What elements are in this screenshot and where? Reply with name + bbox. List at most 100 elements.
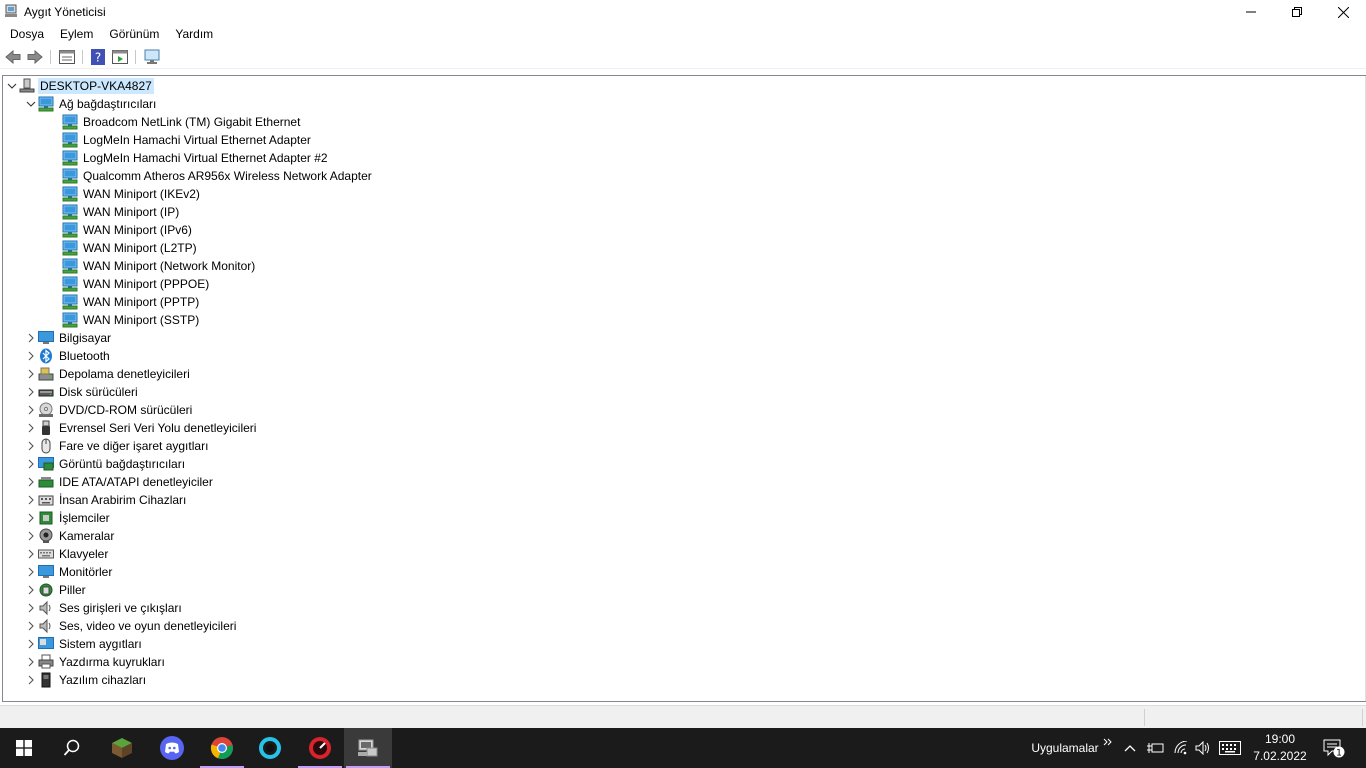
chevron-right-icon[interactable] — [24, 491, 38, 509]
back-arrow-icon — [5, 50, 21, 64]
chevron-right-icon[interactable] — [24, 671, 38, 689]
net-icon — [62, 150, 78, 166]
chevron-down-icon[interactable] — [24, 95, 38, 113]
tree-category[interactable]: Piller — [24, 581, 88, 599]
maximize-button[interactable] — [1274, 0, 1320, 24]
taskbar-app-speedometer[interactable] — [296, 728, 344, 768]
taskbar-app-discord[interactable] — [148, 728, 196, 768]
tree-category[interactable]: IDE ATA/ATAPI denetleyiciler — [24, 473, 215, 491]
taskbar-app-chrome[interactable] — [198, 728, 246, 768]
chevron-down-icon[interactable] — [5, 77, 19, 95]
tree-device-network-adapter[interactable]: WAN Miniport (IP) — [48, 203, 181, 221]
help-button[interactable]: ? — [88, 48, 108, 66]
network-tray-button[interactable] — [1170, 728, 1192, 768]
taskbar-app-ring[interactable] — [246, 728, 294, 768]
chevron-right-icon[interactable] — [24, 401, 38, 419]
chevron-right-icon[interactable] — [24, 419, 38, 437]
tree-device-network-adapter[interactable]: WAN Miniport (PPTP) — [48, 293, 201, 311]
menu-view[interactable]: Görünüm — [101, 24, 167, 44]
chevron-right-icon[interactable] — [24, 347, 38, 365]
chevron-right-icon[interactable] — [24, 383, 38, 401]
chevron-right-icon[interactable] — [24, 563, 38, 581]
minimize-icon — [1246, 11, 1256, 13]
notification-center-button[interactable]: 1 — [1316, 728, 1352, 768]
scan-hardware-button[interactable] — [142, 48, 162, 66]
input-language-button[interactable] — [1216, 728, 1244, 768]
chevron-right-icon[interactable] — [24, 509, 38, 527]
menu-file[interactable]: Dosya — [2, 24, 52, 44]
chevron-right-icon[interactable] — [24, 581, 38, 599]
tree-node-label: LogMeIn Hamachi Virtual Ethernet Adapter — [83, 133, 311, 147]
chevron-right-icon[interactable] — [24, 455, 38, 473]
tree-device-network-adapter[interactable]: Broadcom NetLink (TM) Gigabit Ethernet — [48, 113, 302, 131]
tree-category[interactable]: Sistem aygıtları — [24, 635, 144, 653]
menu-action[interactable]: Eylem — [52, 24, 101, 44]
tree-category[interactable]: DVD/CD-ROM sürücüleri — [24, 401, 194, 419]
taskbar-app-minecraft[interactable] — [98, 728, 146, 768]
close-button[interactable] — [1320, 0, 1366, 24]
tree-category-network-adapters[interactable]: Ağ bağdaştırıcıları — [24, 95, 158, 113]
clock[interactable]: 19:00 7.02.2022 — [1250, 731, 1310, 765]
forward-button[interactable] — [25, 48, 45, 66]
tree-device-network-adapter[interactable]: WAN Miniport (PPPOE) — [48, 275, 211, 293]
chevron-right-icon[interactable] — [24, 527, 38, 545]
tree-device-network-adapter[interactable]: WAN Miniport (Network Monitor) — [48, 257, 257, 275]
speaker-icon — [38, 600, 54, 616]
chevron-right-icon[interactable] — [24, 473, 38, 491]
tree-device-network-adapter[interactable]: LogMeIn Hamachi Virtual Ethernet Adapter — [48, 131, 313, 149]
chevron-right-icon[interactable] — [1102, 722, 1114, 762]
tree-node-label: WAN Miniport (SSTP) — [83, 313, 200, 327]
discord-icon — [160, 736, 184, 760]
chevron-right-icon[interactable] — [24, 365, 38, 383]
tree-category[interactable]: Depolama denetleyicileri — [24, 365, 192, 383]
chevron-right-icon[interactable] — [24, 437, 38, 455]
volume-tray-button[interactable] — [1192, 728, 1214, 768]
title-bar: Aygıt Yöneticisi — [0, 0, 1366, 24]
back-button[interactable] — [3, 48, 23, 66]
tree-device-network-adapter[interactable]: LogMeIn Hamachi Virtual Ethernet Adapter… — [48, 149, 330, 167]
taskbar: Uygulamalar 19:00 7.02.2022 1 — [0, 728, 1366, 768]
tree-device-network-adapter[interactable]: WAN Miniport (SSTP) — [48, 311, 201, 329]
chevron-right-icon[interactable] — [24, 545, 38, 563]
tree-category[interactable]: Ses, video ve oyun denetleyicileri — [24, 617, 238, 635]
tree-device-network-adapter[interactable]: WAN Miniport (IKEv2) — [48, 185, 202, 203]
show-hidden-icons-button[interactable] — [1120, 728, 1140, 768]
tree-category[interactable]: Bilgisayar — [24, 329, 113, 347]
tree-category[interactable]: İşlemciler — [24, 509, 112, 527]
search-button[interactable] — [48, 728, 96, 768]
power-tray-button[interactable] — [1144, 728, 1166, 768]
tree-category[interactable]: Yazılım cihazları — [24, 671, 148, 689]
tree-device-network-adapter[interactable]: WAN Miniport (L2TP) — [48, 239, 199, 257]
tree-category[interactable]: Ses girişleri ve çıkışları — [24, 599, 184, 617]
tree-category[interactable]: Yazdırma kuyrukları — [24, 653, 167, 671]
chevron-right-icon[interactable] — [24, 635, 38, 653]
taskbar-app-device-manager[interactable] — [344, 728, 392, 768]
tree-device-network-adapter[interactable]: Qualcomm Atheros AR956x Wireless Network… — [48, 167, 374, 185]
tree-category[interactable]: Evrensel Seri Veri Yolu denetleyicileri — [24, 419, 258, 437]
tray-apps-label[interactable]: Uygulamalar — [1026, 728, 1104, 768]
tree-root-computer[interactable]: DESKTOP-VKA4827 — [5, 77, 154, 95]
tree-category[interactable]: İnsan Arabirim Cihazları — [24, 491, 188, 509]
tree-category[interactable]: Klavyeler — [24, 545, 110, 563]
mouse-icon — [38, 438, 54, 454]
device-tree[interactable]: DESKTOP-VKA4827 Ağ bağdaştırıcıları Broadc… — [2, 75, 1366, 702]
properties-button[interactable] — [57, 48, 77, 66]
update-driver-button[interactable] — [110, 48, 130, 66]
net-icon — [62, 258, 78, 274]
menu-help[interactable]: Yardım — [167, 24, 221, 44]
app-ring-icon — [259, 737, 281, 759]
tree-category[interactable]: Disk sürücüleri — [24, 383, 140, 401]
start-button[interactable] — [0, 728, 48, 768]
chevron-right-icon[interactable] — [24, 329, 38, 347]
tree-device-network-adapter[interactable]: WAN Miniport (IPv6) — [48, 221, 194, 239]
tree-category[interactable]: Monitörler — [24, 563, 114, 581]
tree-category[interactable]: Bluetooth — [24, 347, 112, 365]
tree-category[interactable]: Kameralar — [24, 527, 116, 545]
tree-category[interactable]: Fare ve diğer işaret aygıtları — [24, 437, 210, 455]
chevron-right-icon[interactable] — [24, 617, 38, 635]
chevron-right-icon[interactable] — [24, 653, 38, 671]
tree-category[interactable]: Görüntü bağdaştırıcıları — [24, 455, 187, 473]
chevron-right-icon[interactable] — [24, 599, 38, 617]
minimize-button[interactable] — [1228, 0, 1274, 24]
